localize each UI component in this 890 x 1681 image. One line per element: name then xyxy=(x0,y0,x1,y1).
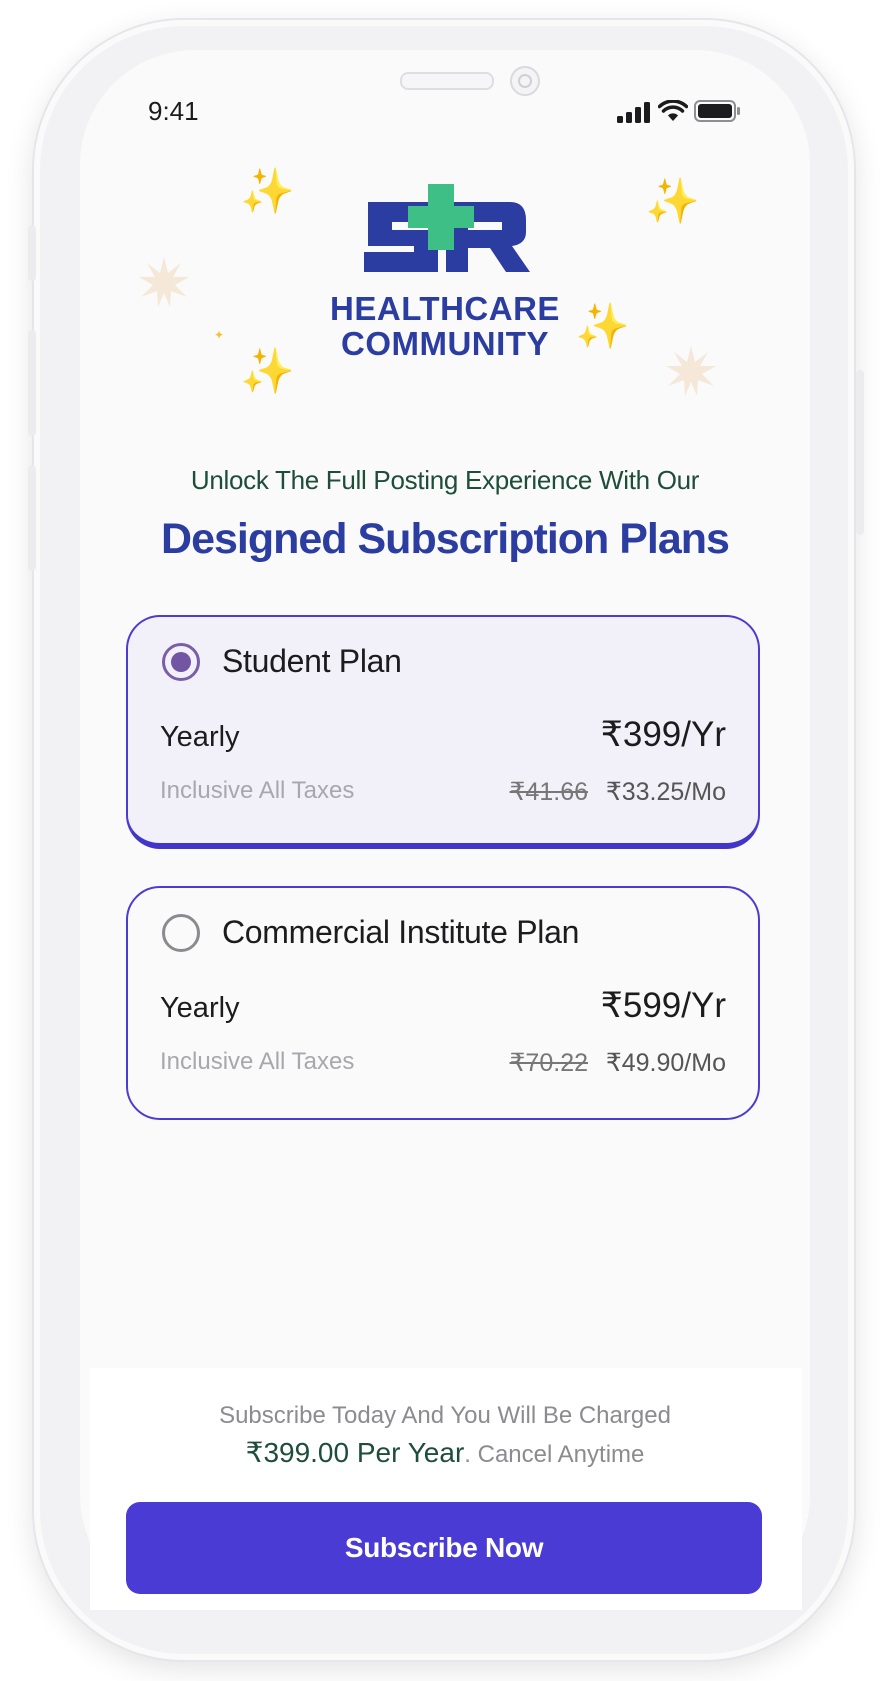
wifi-icon xyxy=(658,100,688,121)
plan-taxes-note: Inclusive All Taxes xyxy=(160,777,355,804)
cellular-signal-icon xyxy=(617,102,650,123)
earpiece-speaker xyxy=(400,72,494,90)
charge-amount: ₹399.00 Per Year xyxy=(245,1437,465,1468)
sparkle-icon: ✨ xyxy=(645,177,700,226)
plan-period: Yearly xyxy=(160,721,240,753)
radio-button-selected[interactable] xyxy=(162,643,200,681)
radio-button-unselected[interactable] xyxy=(162,914,200,952)
subscribe-now-button[interactable]: Subscribe Now xyxy=(126,1502,762,1594)
plan-old-monthly-price: ₹70.22 xyxy=(509,1049,588,1077)
brand-name-line1: HEALTHCARE xyxy=(330,290,560,327)
side-button-mute xyxy=(28,225,36,281)
charge-notice: Subscribe Today And You Will Be Charged xyxy=(219,1402,671,1429)
side-button-power xyxy=(856,370,864,535)
plan-old-monthly-price: ₹41.66 xyxy=(509,778,588,806)
sparkle-icon: ✨ xyxy=(240,167,295,216)
cancel-note: . Cancel Anytime xyxy=(464,1441,645,1468)
front-camera xyxy=(510,66,540,96)
plan-monthly-price: ₹49.90/Mo xyxy=(605,1049,726,1077)
starburst-icon xyxy=(139,257,189,307)
plan-period: Yearly xyxy=(160,992,240,1024)
brand-name-line2: COMMUNITY xyxy=(341,325,549,362)
plan-card-commercial[interactable]: Commercial Institute Plan Yearly ₹599/Yr… xyxy=(126,886,760,1120)
page-subtitle: Unlock The Full Posting Experience With … xyxy=(190,465,700,495)
status-time: 9:41 xyxy=(148,96,199,126)
charge-summary: ₹399.00 Per Year. Cancel Anytime xyxy=(140,1436,750,1469)
battery-icon xyxy=(694,100,740,122)
sparkle-dot-icon: ✦ xyxy=(214,328,225,342)
sparkle-icon: ✨ xyxy=(240,347,295,396)
starburst-icon xyxy=(666,346,716,396)
side-button-volume-up xyxy=(28,330,36,436)
plan-card-student[interactable]: Student Plan Yearly ₹399/Yr Inclusive Al… xyxy=(126,615,760,849)
plan-name: Student Plan xyxy=(222,643,402,679)
side-button-volume-down xyxy=(28,465,36,571)
brand-logo-icon xyxy=(364,184,530,272)
plan-price: ₹399/Yr xyxy=(600,715,726,754)
plan-monthly-price: ₹33.25/Mo xyxy=(605,778,726,806)
plan-price: ₹599/Yr xyxy=(600,986,726,1025)
plan-taxes-note: Inclusive All Taxes xyxy=(160,1048,355,1075)
page-title: Designed Subscription Plans xyxy=(161,515,730,563)
plan-name: Commercial Institute Plan xyxy=(222,914,580,950)
